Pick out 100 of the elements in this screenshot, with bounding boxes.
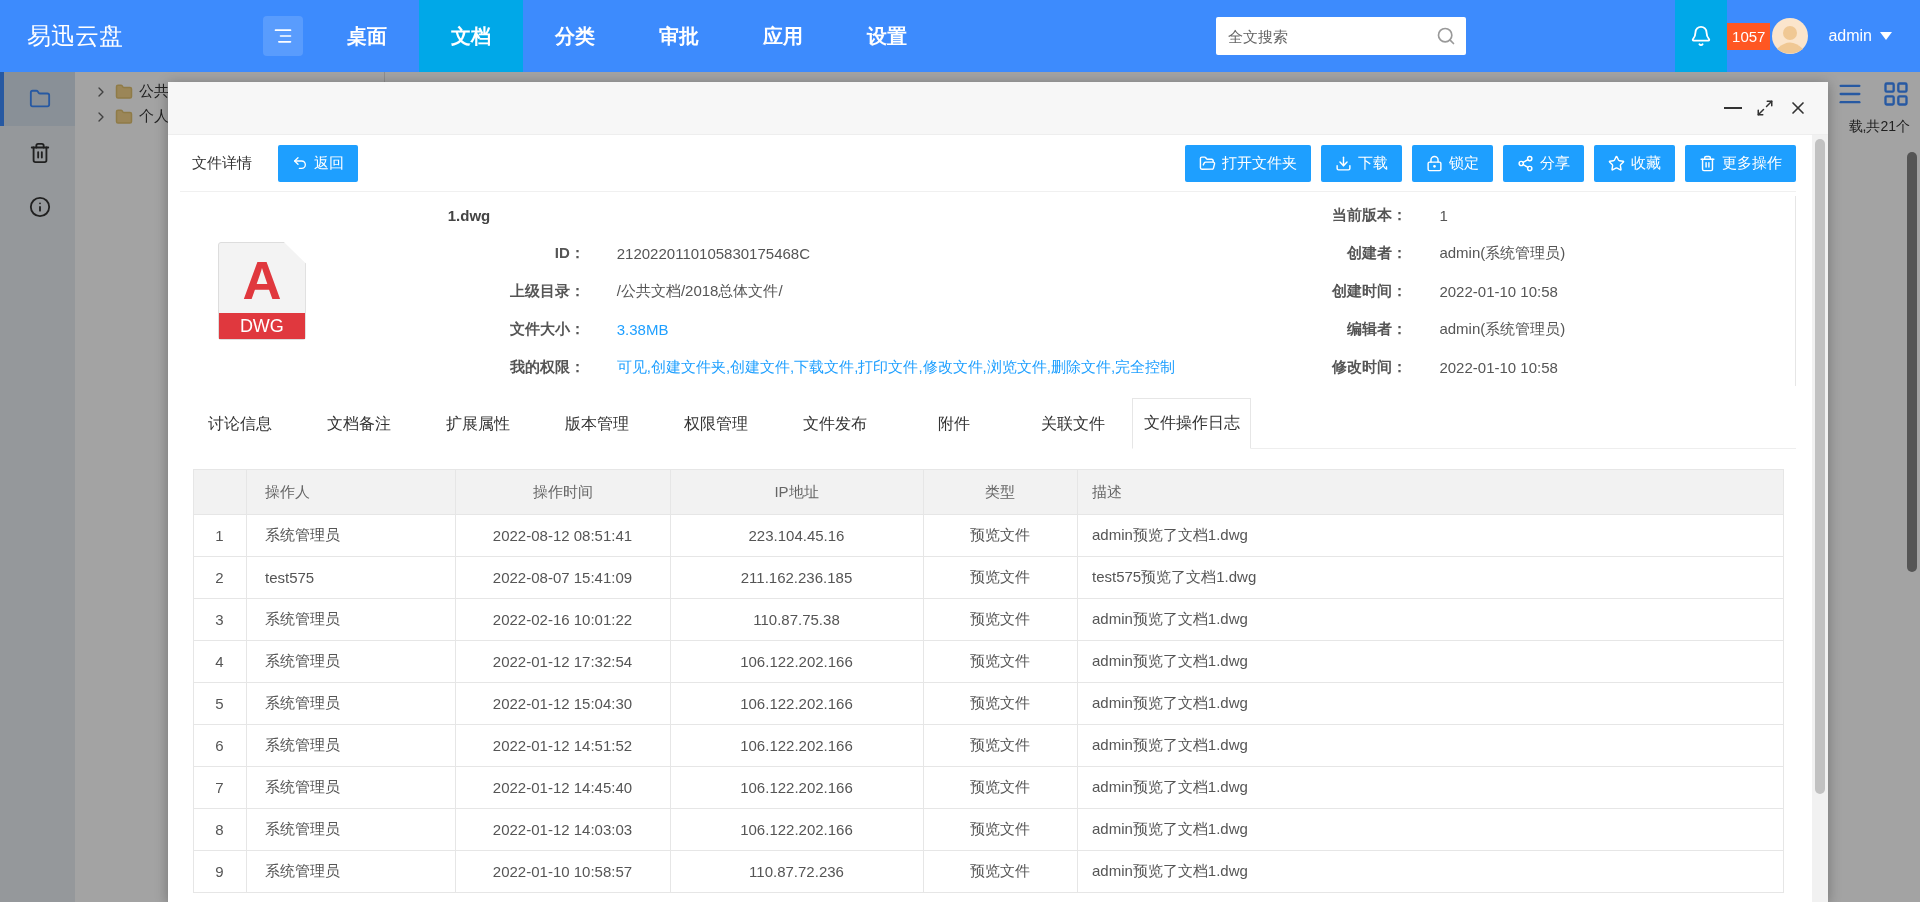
action-button[interactable]: 分享 (1503, 144, 1584, 182)
table-cell: 预览文件 (923, 514, 1078, 557)
table-cell: admin预览了文档1.dwg (1077, 850, 1784, 893)
field-label: 编辑者： (1346, 319, 1408, 339)
field-value[interactable]: 3.38MB (616, 320, 1288, 338)
grid-view-icon[interactable] (1882, 80, 1910, 108)
maximize-button[interactable] (1756, 99, 1774, 117)
search-icon[interactable] (1436, 26, 1456, 46)
tree-item[interactable]: 个人 (93, 107, 384, 126)
folder-icon (115, 82, 133, 101)
table-cell: 2 (193, 556, 247, 599)
table-cell: 8 (193, 808, 247, 851)
table-cell: admin预览了文档1.dwg (1077, 598, 1784, 641)
page-scrollbar[interactable] (1907, 152, 1917, 572)
undo-icon (292, 155, 308, 171)
table-cell: admin预览了文档1.dwg (1077, 514, 1784, 557)
action-button[interactable]: 更多操作 (1685, 144, 1796, 182)
table-cell: 2022-01-12 15:04:30 (455, 682, 671, 725)
table-header-cell: 操作时间 (455, 469, 671, 515)
detail-tab[interactable]: 文件操作日志 (1132, 398, 1251, 449)
field-value: 2120220110105830175468C (616, 244, 811, 262)
notification-count: 1057 (1727, 22, 1771, 50)
table-cell: test575 (246, 556, 456, 599)
table-cell: test575预览了文档1.dwg (1077, 556, 1784, 599)
avatar-icon[interactable] (1772, 18, 1809, 54)
caret-icon (1880, 32, 1892, 40)
maximize-icon (1756, 99, 1774, 117)
table-cell: 4 (193, 640, 247, 683)
table-header-cell (193, 469, 247, 515)
action-button[interactable]: 收藏 (1594, 144, 1675, 182)
field-value: 2022-01-10 10:58 (1439, 358, 1559, 376)
table-cell: 预览文件 (923, 682, 1078, 725)
file-name: 1.dwg (447, 206, 492, 224)
nav-tab[interactable]: 审批 (627, 0, 731, 72)
nav-tab[interactable]: 桌面 (315, 0, 419, 72)
table-header-cell: 描述 (1077, 469, 1784, 515)
table-cell: 9 (193, 850, 247, 893)
table-cell: 2022-08-07 15:41:09 (455, 556, 671, 599)
table-cell: 系统管理员 (246, 682, 456, 725)
table-cell: admin预览了文档1.dwg (1077, 682, 1784, 725)
table-cell: admin预览了文档1.dwg (1077, 766, 1784, 809)
tree-item[interactable]: 公共 (93, 82, 384, 101)
info-icon (28, 196, 51, 218)
star-icon (1608, 154, 1625, 172)
field-label: 当前版本： (1331, 205, 1408, 225)
table-cell: admin预览了文档1.dwg (1077, 808, 1784, 851)
table-cell: 系统管理员 (246, 808, 456, 851)
folder-icon (115, 107, 133, 126)
menu-toggle-button[interactable] (263, 16, 303, 56)
field-value[interactable]: 可见,创建文件夹,创建文件,下载文件,打印文件,修改文件,浏览文件,删除文件,完全控制 (616, 357, 1288, 377)
dialog-scrollbar[interactable] (1812, 135, 1828, 902)
table-header-cell: 操作人 (246, 469, 456, 515)
table-cell: 106.122.202.166 (670, 640, 924, 683)
notification-button[interactable] (1675, 0, 1728, 72)
lock-icon (1426, 154, 1443, 172)
field-value: admin(系统管理员) (1439, 319, 1567, 339)
action-button[interactable]: 下载 (1321, 144, 1402, 182)
folder-icon (1199, 154, 1216, 172)
table-cell: 6 (193, 724, 247, 767)
table-cell: 106.122.202.166 (670, 808, 924, 851)
field-label: 文件大小： (508, 319, 585, 339)
field-label: 上级目录： (508, 281, 585, 301)
action-button[interactable]: 打开文件夹 (1185, 144, 1311, 182)
table-cell: admin预览了文档1.dwg (1077, 724, 1784, 767)
download-icon (1335, 154, 1352, 172)
folder-icon (28, 88, 51, 110)
table-cell: 223.104.45.16 (670, 514, 924, 557)
table-cell: 系统管理员 (246, 640, 456, 683)
app-logo: 易迅云盘 (26, 21, 124, 51)
table-cell: 106.122.202.166 (670, 766, 924, 809)
table-cell: 系统管理员 (246, 598, 456, 641)
table-cell: 预览文件 (923, 598, 1078, 641)
field-label: 创建者： (1346, 243, 1408, 263)
share-icon (1517, 154, 1534, 172)
search-field[interactable]: 全文搜索 (1216, 17, 1466, 55)
table-cell: 2022-08-12 08:51:41 (455, 514, 671, 557)
user-menu[interactable]: admin (1828, 27, 1892, 45)
table-cell: 预览文件 (923, 808, 1078, 851)
table-cell: 106.122.202.166 (670, 682, 924, 725)
table-header-cell: 类型 (923, 469, 1078, 515)
section-title: 文件详情 (192, 153, 252, 173)
nav-tab[interactable]: 应用 (731, 0, 835, 72)
trash-icon (1699, 154, 1716, 172)
table-cell: 系统管理员 (246, 514, 456, 557)
table-cell: 2022-01-12 14:03:03 (455, 808, 671, 851)
field-label: 修改时间： (1330, 357, 1408, 377)
nav-tab[interactable]: 设置 (835, 0, 939, 72)
field-label: ID： (553, 243, 585, 263)
nav-tab[interactable]: 文档 (419, 0, 523, 72)
bell-icon (1690, 25, 1713, 47)
action-button[interactable]: 锁定 (1412, 144, 1493, 182)
field-value: /公共文档/2018总体文件/ (616, 281, 784, 301)
nav-tab[interactable]: 分类 (523, 0, 627, 72)
field-value: admin(系统管理员) (1439, 243, 1567, 263)
table-cell: 3 (193, 598, 247, 641)
back-button[interactable]: 返回 (278, 144, 358, 182)
trash-icon (28, 142, 51, 164)
minimize-icon (1724, 107, 1742, 109)
table-cell: 106.122.202.166 (670, 724, 924, 767)
menu-icon (273, 26, 293, 46)
